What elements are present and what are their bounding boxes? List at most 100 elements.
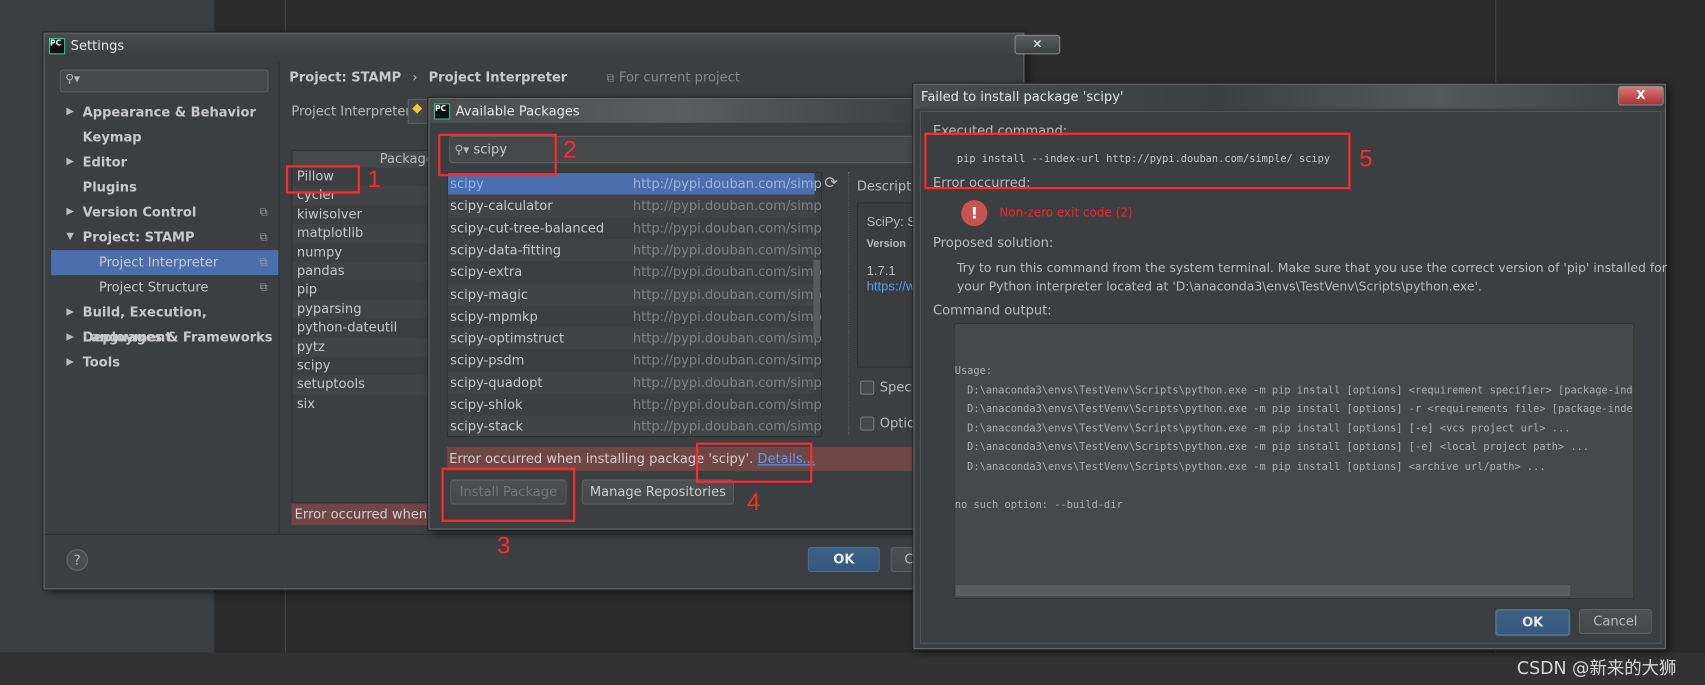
failed-dialog-body: Executed command: pip install --index-ur… — [919, 110, 1667, 644]
panel-splitter[interactable] — [848, 171, 852, 435]
options-checkbox[interactable] — [860, 416, 875, 431]
table-row[interactable]: numpy — [293, 243, 437, 262]
list-item[interactable]: scipy-optimstruct http://pypi.douban.com/… — [448, 327, 821, 350]
sidebar-item-keymap[interactable]: Keymap — [51, 125, 278, 150]
desktop: PC Settings ✕ ⚲▾ ▶ Appearance & Behavior K… — [0, 0, 1705, 685]
chevron-down-icon[interactable]: ▼ — [66, 225, 74, 250]
package-name: scipy-calculator — [450, 198, 553, 214]
table-row[interactable]: matplotlib — [292, 224, 437, 244]
sidebar-item-project-stamp[interactable]: ▼ Project: STAMP ⧉ — [51, 225, 278, 250]
list-item[interactable]: scipy-calculator http://pypi.douban.com/s… — [448, 194, 821, 218]
breadcrumb-project[interactable]: Project: STAMP — [289, 70, 401, 85]
horizontal-scrollbar[interactable] — [955, 585, 1571, 596]
annotation-box-5 — [924, 132, 1351, 190]
manage-repositories-button[interactable]: Manage Repositories — [581, 479, 734, 505]
sidebar-item-tools[interactable]: ▶ Tools — [51, 350, 278, 375]
table-row[interactable]: scipy — [293, 357, 437, 376]
project-scope-icon: ⧉ — [259, 206, 268, 219]
sidebar-item-label: Appearance & Behavior — [82, 104, 256, 120]
help-icon: ? — [73, 552, 81, 568]
sidebar-item-label: Project Interpreter — [98, 254, 219, 270]
specify-version-checkbox[interactable] — [860, 380, 875, 395]
list-item[interactable]: scipy-psdm http://pypi.douban.com/simple/ — [448, 349, 821, 371]
list-item[interactable]: scipy-extra http://pypi.douban.com/simple… — [448, 261, 821, 283]
list-item[interactable]: scipy-cut-tree-balanced http://pypi.douba… — [448, 217, 821, 239]
available-packages-list[interactable]: scipy http://pypi.douban.com/simple/scipy… — [446, 171, 823, 438]
output-line: D:\anaconda3\envs\TestVenv\Scripts\pytho… — [954, 403, 1635, 416]
command-output-label: Command output: — [932, 302, 1052, 318]
package-name: scipy-quadopt — [450, 374, 543, 391]
failed-cancel-button[interactable]: Cancel — [1578, 608, 1652, 634]
table-row[interactable]: python-dateutil — [293, 319, 437, 338]
table-row[interactable]: six — [293, 395, 437, 414]
list-item[interactable]: scipy-mpmkp http://pypi.douban.com/simple… — [448, 305, 821, 327]
annotation-box-1 — [285, 165, 360, 194]
sidebar-item-label: Keymap — [82, 129, 142, 145]
close-button[interactable]: ✕ — [1014, 34, 1061, 55]
search-icon: ⚲▾ — [65, 71, 81, 86]
failed-dialog-titlebar[interactable]: Failed to install package 'scipy' — [914, 84, 1665, 109]
package-name: scipy — [450, 176, 484, 192]
chevron-right-icon[interactable]: ▶ — [66, 200, 74, 225]
sidebar-item-languages-frameworks[interactable]: ▶ Languages & Frameworks — [51, 325, 278, 350]
package-repo: http://pypi.douban.com/simple/ — [632, 220, 823, 236]
list-item[interactable]: scipy-magic http://pypi.douban.com/simple… — [448, 283, 821, 306]
table-row[interactable]: kiwisolver — [293, 205, 437, 224]
packages-table: Package Pillow cycler kiwisolver matplotlib… — [291, 150, 438, 504]
chevron-right-icon[interactable]: ▶ — [66, 300, 74, 325]
table-row[interactable]: pyparsing — [292, 299, 437, 319]
sidebar-item-version-control[interactable]: ▶ Version Control ⧉ — [51, 200, 278, 225]
sidebar-item-label: Tools — [82, 354, 120, 370]
ok-label: OK — [833, 551, 855, 567]
sidebar-item-plugins[interactable]: Plugins — [51, 175, 278, 200]
chevron-right-icon[interactable]: ▶ — [66, 150, 74, 175]
package-name: scipy-stack — [450, 418, 523, 435]
package-repo: http://pypi.douban.com/simple/ — [632, 418, 823, 435]
help-button[interactable]: ? — [66, 549, 89, 571]
refresh-icon[interactable]: ⟳ — [824, 173, 838, 193]
failed-dialog-title: Failed to install package 'scipy' — [921, 89, 1124, 105]
annotation-box-3 — [441, 467, 576, 522]
chevron-right-icon[interactable]: ▶ — [66, 100, 74, 125]
python-icon: ◆ — [412, 100, 423, 116]
table-row[interactable]: pytz — [292, 337, 437, 357]
available-packages-titlebar[interactable]: PC Available Packages — [429, 98, 941, 123]
breadcrumb: Project: STAMP › Project Interpreter ⧉ F… — [289, 70, 740, 85]
list-item[interactable]: scipy-quadopt http://pypi.douban.com/simp… — [448, 371, 821, 394]
close-button[interactable]: X — [1618, 85, 1664, 106]
failed-ok-button[interactable]: OK — [1495, 608, 1571, 637]
list-item[interactable]: scipy http://pypi.douban.com/simple/ — [448, 172, 821, 195]
table-row[interactable]: pandas — [292, 262, 437, 281]
sidebar-item-project-structure[interactable]: Project Structure ⧉ — [51, 275, 278, 300]
annotation-label-2: 2 — [563, 135, 577, 164]
list-item[interactable]: scipy-shlok http://pypi.douban.com/simple… — [448, 394, 821, 416]
chevron-right-icon[interactable]: ▶ — [66, 350, 74, 375]
sidebar-search-input[interactable]: ⚲▾ — [59, 69, 269, 93]
list-item[interactable]: scipy-data-fitting http://pypi.douban.com… — [448, 239, 821, 262]
output-line: no such option: --build-dir — [954, 499, 1123, 512]
settings-titlebar[interactable]: PC Settings — [44, 33, 1024, 58]
package-name: scipy-shlok — [450, 396, 523, 413]
chevron-right-icon[interactable]: ▶ — [66, 325, 74, 350]
table-row[interactable]: pip — [293, 281, 437, 300]
homepage-link[interactable]: https://w — [867, 278, 916, 293]
annotation-box-4 — [695, 442, 813, 483]
settings-footer-divider — [44, 533, 1024, 536]
table-row[interactable]: setuptools — [292, 375, 437, 395]
sidebar-item-editor[interactable]: ▶ Editor — [51, 150, 278, 175]
settings-ok-button[interactable]: OK — [807, 546, 880, 572]
sidebar-item-build-execution-deployment[interactable]: ▶ Build, Execution, Deployment — [51, 300, 278, 344]
package-repo: http://pypi.douban.com/simple/ — [632, 198, 823, 214]
sidebar-item-label: Version Control — [82, 204, 197, 220]
sidebar-item-project-interpreter[interactable]: Project Interpreter ⧉ — [51, 250, 279, 276]
cancel-label: Cancel — [1593, 613, 1638, 629]
package-name: scipy-psdm — [450, 352, 525, 368]
ide-status-bar — [0, 652, 1705, 685]
list-scrollbar[interactable] — [813, 259, 820, 339]
output-line: D:\anaconda3\envs\TestVenv\Scripts\pytho… — [954, 461, 1546, 474]
annotation-label-3: 3 — [496, 531, 511, 559]
output-line: D:\anaconda3\envs\TestVenv\Scripts\pytho… — [954, 384, 1635, 397]
list-item[interactable]: scipy-stack http://pypi.douban.com/simple… — [448, 415, 821, 437]
sidebar-item-appearance-behavior[interactable]: ▶ Appearance & Behavior — [51, 100, 278, 125]
command-output-area[interactable]: Usage: D:\anaconda3\envs\TestVenv\Script… — [953, 322, 1635, 600]
